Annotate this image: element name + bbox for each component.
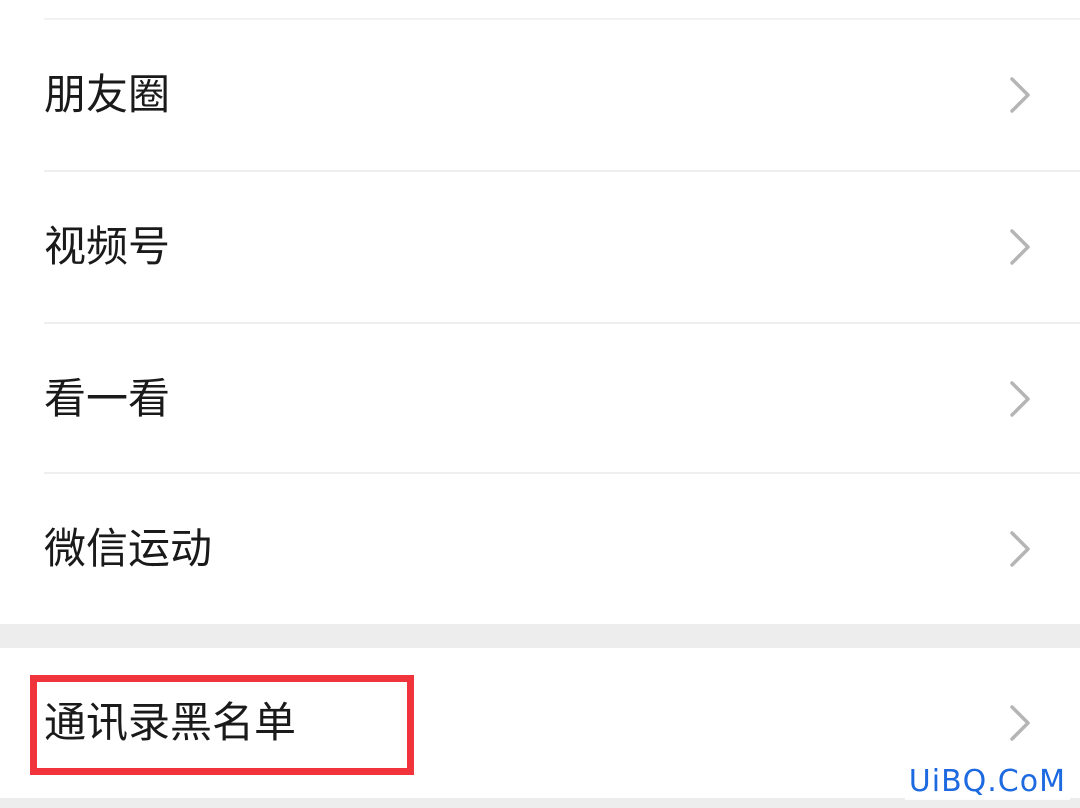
chevron-right-icon: [1010, 531, 1030, 567]
settings-item-label: 看一看: [44, 374, 171, 423]
settings-item-channels[interactable]: 视频号: [0, 172, 1080, 322]
settings-item-label: 通讯录黑名单: [44, 698, 297, 747]
chevron-right-icon: [1010, 229, 1030, 265]
watermark: UiBQ.CoM: [904, 764, 1070, 800]
settings-item-moments[interactable]: 朋友圈: [0, 20, 1080, 170]
chevron-right-icon: [1010, 705, 1030, 741]
chevron-right-icon: [1010, 77, 1030, 113]
settings-item-top-stories[interactable]: 看一看: [0, 324, 1080, 474]
settings-item-label: 视频号: [44, 222, 171, 271]
settings-item-label: 朋友圈: [44, 70, 171, 119]
settings-screen: 朋友圈 视频号 看一看 微信运动 通讯录黑名单 UiBQ.CoM: [0, 0, 1080, 808]
settings-group-feeds: 朋友圈 视频号 看一看 微信运动: [0, 0, 1080, 624]
settings-item-label: 微信运动: [44, 524, 213, 573]
settings-item-werun[interactable]: 微信运动: [0, 474, 1080, 624]
chevron-right-icon: [1010, 381, 1030, 417]
